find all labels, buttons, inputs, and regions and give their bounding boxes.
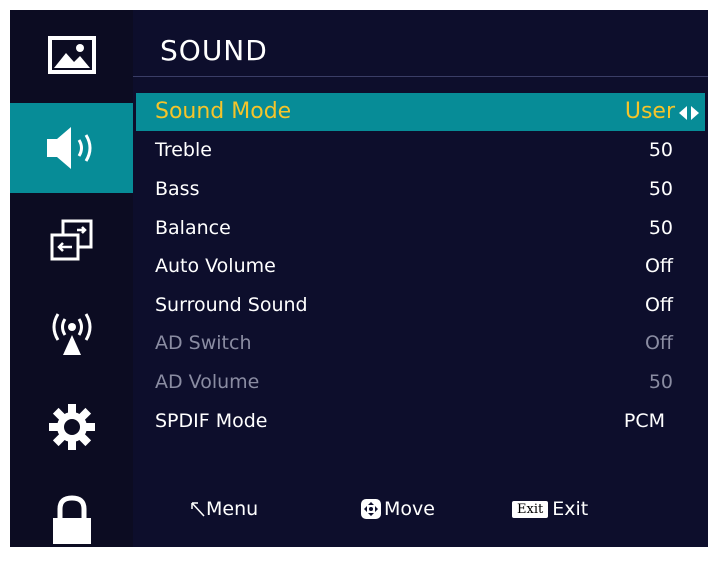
gear-icon bbox=[48, 404, 95, 450]
picture-icon bbox=[47, 36, 96, 74]
menu-row-label: Bass bbox=[155, 178, 200, 200]
exit-hint-label: Exit bbox=[552, 498, 589, 520]
back-arrow-icon bbox=[191, 502, 205, 517]
menu-row-label: Treble bbox=[155, 139, 212, 161]
left-right-arrows-icon[interactable] bbox=[679, 106, 699, 120]
menu-row-auto-volume[interactable]: Auto Volume Off bbox=[136, 247, 705, 285]
menu-row-label: AD Switch bbox=[155, 332, 252, 354]
exit-hint[interactable]: Exit Exit bbox=[512, 498, 588, 520]
menu-row-bass[interactable]: Bass 50 bbox=[136, 170, 705, 208]
menu-row-label: Auto Volume bbox=[155, 255, 276, 277]
sidebar-item-picture[interactable] bbox=[10, 10, 133, 100]
sidebar-item-settings[interactable] bbox=[10, 382, 133, 472]
menu-row-value: 50 bbox=[648, 178, 673, 200]
menu-row-label: Sound Mode bbox=[155, 99, 292, 124]
menu-row-label: AD Volume bbox=[155, 371, 260, 393]
title-divider bbox=[133, 76, 708, 77]
sidebar-item-sound[interactable] bbox=[10, 103, 133, 193]
speaker-icon bbox=[46, 127, 91, 169]
tv-menu-screen: SOUND Sound Mode User Treble 50 Bass 50 … bbox=[0, 0, 708, 549]
sidebar-item-network[interactable] bbox=[10, 289, 133, 379]
lock-icon bbox=[52, 495, 91, 544]
menu-row-value: Off bbox=[644, 294, 673, 316]
menu-row-value: Off bbox=[644, 332, 673, 354]
menu-row-value: 50 bbox=[648, 217, 673, 239]
menu-row-balance[interactable]: Balance 50 bbox=[136, 209, 705, 247]
menu-row-ad-volume: AD Volume 50 bbox=[136, 363, 705, 401]
menu-row-value: 50 bbox=[648, 371, 673, 393]
dpad-icon bbox=[361, 499, 381, 519]
sidebar-item-lock[interactable] bbox=[10, 475, 133, 565]
menu-row-sound-mode[interactable]: Sound Mode User bbox=[136, 93, 705, 131]
network-icon bbox=[52, 313, 91, 355]
menu-row-spdif-mode[interactable]: SPDIF Mode PCM bbox=[136, 402, 705, 440]
menu-row-value: PCM bbox=[623, 410, 665, 432]
menu-hint[interactable]: Menu bbox=[188, 498, 258, 520]
menu-row-ad-switch: AD Switch Off bbox=[136, 324, 705, 362]
page-title: SOUND bbox=[160, 34, 268, 67]
input-source-icon bbox=[50, 219, 92, 261]
settings-panel: SOUND Sound Mode User Treble 50 Bass 50 … bbox=[133, 10, 708, 547]
category-sidebar bbox=[10, 10, 133, 547]
menu-row-value: Off bbox=[644, 255, 673, 277]
menu-row-value: 50 bbox=[648, 139, 673, 161]
sidebar-item-input[interactable] bbox=[10, 196, 133, 286]
menu-row-value: User bbox=[624, 99, 675, 124]
menu-row-treble[interactable]: Treble 50 bbox=[136, 131, 705, 169]
exit-key-icon: Exit bbox=[512, 500, 549, 518]
menu-row-label: Balance bbox=[155, 217, 231, 239]
menu-row-label: SPDIF Mode bbox=[155, 410, 268, 432]
menu-row-label: Surround Sound bbox=[155, 294, 308, 316]
move-hint-label: Move bbox=[384, 498, 435, 520]
move-hint[interactable]: Move bbox=[361, 498, 435, 520]
menu-row-surround-sound[interactable]: Surround Sound Off bbox=[136, 286, 705, 324]
menu-hint-label: Menu bbox=[206, 498, 259, 520]
